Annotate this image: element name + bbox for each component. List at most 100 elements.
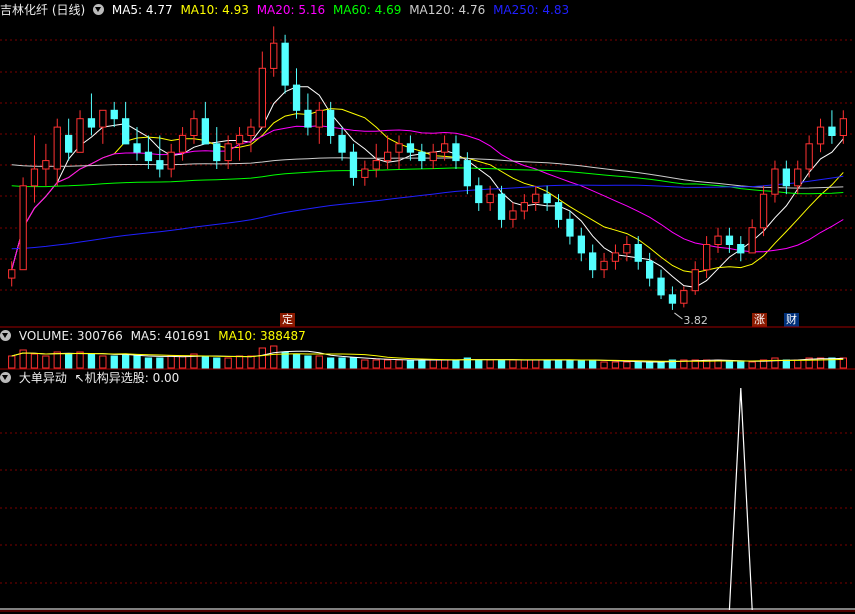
volume-bar [372,359,380,369]
candle [133,143,141,153]
volume-bar [532,359,540,369]
volume-bar [748,361,756,369]
volume-bar [349,357,358,369]
candle [463,160,472,187]
candle [384,151,392,162]
candle [794,168,802,187]
candle [839,118,848,136]
candle [497,193,506,220]
candle [725,235,734,246]
volume-bar [646,361,654,369]
volume-bar [543,359,551,369]
low-pointer [674,312,683,320]
candle [315,109,323,128]
volume-bar [304,355,312,369]
volume-bar [201,355,209,369]
volume-bar [315,355,323,369]
candle [235,134,244,145]
volume-bar [486,359,494,369]
candle [144,151,153,162]
candle [8,269,16,279]
candle [691,269,699,292]
volume-bar [338,357,346,369]
volume-bar [42,355,50,369]
volume-bar [429,359,437,369]
candle [486,193,494,204]
volume-bar [611,361,620,369]
candle [634,244,642,262]
candle [441,143,449,153]
volume-bar [270,345,278,369]
volume-bar [589,359,597,369]
volume-bar [156,357,164,369]
volume-bar [509,359,517,369]
chart-canvas: 3.82 [0,26,855,612]
candle [520,202,529,212]
volume-bar [600,361,608,369]
volume-bar [53,351,61,369]
volume-bar [771,357,779,369]
volume-bar [122,353,130,369]
candle [589,252,597,271]
candle [65,134,73,153]
ma60-line [11,167,844,195]
volume-bar [292,353,301,369]
candle [349,151,358,178]
volume-bar [475,359,483,369]
candle [543,193,551,204]
candle [418,151,426,162]
candle [828,126,836,136]
candle [361,168,369,178]
volume-bar [87,353,96,369]
candle [646,260,654,279]
candle [566,218,574,237]
volume-bar [657,361,665,369]
candle [201,118,209,145]
volume-bar [406,359,415,369]
candle [429,151,437,162]
volume-bar [30,353,39,369]
volume-bar [167,355,175,369]
volume-bar [577,359,586,369]
volume-bar [452,359,460,369]
candle [759,193,768,229]
volume-bar [566,359,574,369]
candle [87,118,96,128]
candle [327,109,335,137]
candle [156,160,164,170]
candle [748,227,756,254]
candle [122,118,130,145]
volume-bar [395,359,403,369]
volume-bar [235,355,244,369]
volume-bar [213,357,221,369]
volume-bar [794,359,802,369]
volume-bar [65,353,73,369]
candle [178,134,187,153]
volume-bar [144,357,153,369]
volume-bar [418,359,426,369]
volume-bar [725,361,734,369]
volume-bar [133,355,141,369]
candle [42,160,50,170]
candle [805,143,813,170]
candle [247,126,255,136]
stock-chart-window: { "header": { "stock_title": "吉林化纤 (日线)"… [0,0,855,614]
candle [703,244,711,271]
candle [771,168,779,195]
candle [372,160,380,170]
volume-bar [110,355,118,369]
volume-bar [520,359,529,369]
candle [611,252,620,262]
volume-bar [384,359,392,369]
volume-bar [258,347,267,369]
volume-bar [441,359,449,369]
candle [475,185,483,204]
volume-bar [634,361,642,369]
candle [110,109,118,120]
candle [281,42,289,86]
candle [292,84,301,111]
candle [53,126,61,170]
volume-bar [8,355,16,369]
candle [213,143,221,162]
candle [554,202,563,220]
